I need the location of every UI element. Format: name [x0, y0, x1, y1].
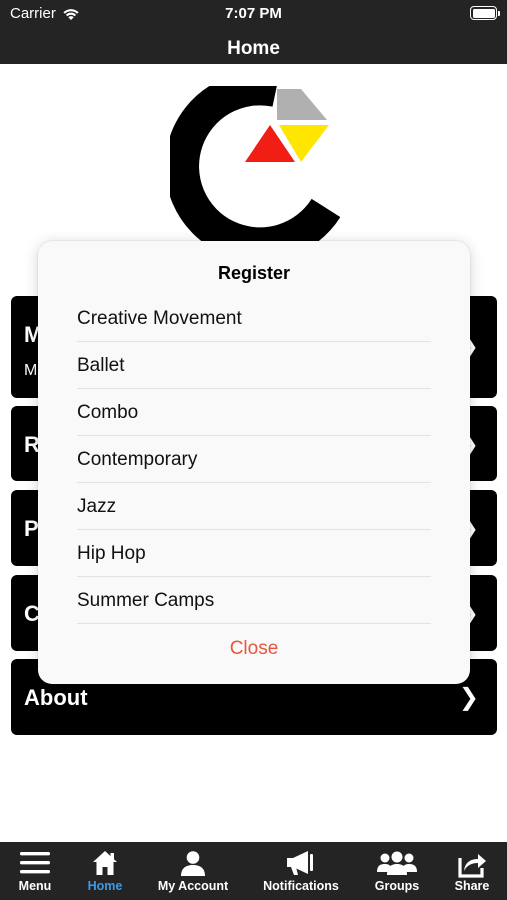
page-title: Home [227, 38, 280, 59]
home-icon [93, 851, 117, 875]
close-button[interactable]: Close [38, 638, 470, 660]
option-hip-hop[interactable]: Hip Hop [77, 530, 431, 577]
status-bar: Carrier 7:07 PM [0, 0, 507, 28]
top-bar: Carrier 7:07 PM Home [0, 0, 507, 64]
option-label: Jazz [77, 496, 117, 517]
option-label: Summer Camps [77, 590, 215, 611]
tab-label: Notifications [263, 879, 339, 893]
option-contemporary[interactable]: Contemporary [77, 436, 431, 483]
tile-title: About [24, 685, 88, 710]
status-time: 7:07 PM [225, 5, 282, 22]
group-icon [377, 851, 417, 875]
tab-home[interactable]: Home [70, 842, 140, 900]
option-label: Ballet [77, 355, 125, 376]
tab-my-account[interactable]: My Account [142, 842, 244, 900]
battery-icon [470, 6, 500, 20]
tab-label: Share [454, 879, 490, 893]
person-icon [181, 851, 205, 876]
app-logo [170, 86, 340, 246]
tab-label: Menu [18, 879, 52, 893]
dialog-title: Register [217, 263, 291, 283]
tab-label: Home [87, 879, 123, 893]
tile-title: P [24, 516, 39, 541]
tab-notifications[interactable]: Notifications [248, 842, 354, 900]
tab-label: Groups [374, 879, 420, 893]
register-dialog: Register Creative Movement Ballet Combo … [38, 241, 470, 684]
tile-subtitle: M [24, 362, 38, 379]
option-label: Hip Hop [77, 543, 146, 564]
menu-icon [20, 852, 50, 874]
tab-label: My Account [157, 879, 229, 893]
option-label: Contemporary [77, 449, 198, 470]
tab-menu[interactable]: Menu [0, 842, 70, 900]
megaphone-icon [287, 851, 313, 875]
tab-share[interactable]: Share [440, 842, 504, 900]
chevron-right-icon: ❯ [458, 684, 479, 711]
option-ballet[interactable]: Ballet [77, 342, 431, 389]
option-combo[interactable]: Combo [77, 389, 431, 436]
tab-bar: Menu Home My Account Notifications Group… [0, 842, 507, 900]
share-icon [458, 854, 486, 878]
option-label: Creative Movement [77, 308, 242, 329]
option-jazz[interactable]: Jazz [77, 483, 431, 530]
option-creative-movement[interactable]: Creative Movement [77, 295, 431, 342]
option-label: Combo [77, 402, 139, 423]
option-summer-camps[interactable]: Summer Camps [77, 577, 431, 624]
tab-groups[interactable]: Groups [360, 842, 434, 900]
